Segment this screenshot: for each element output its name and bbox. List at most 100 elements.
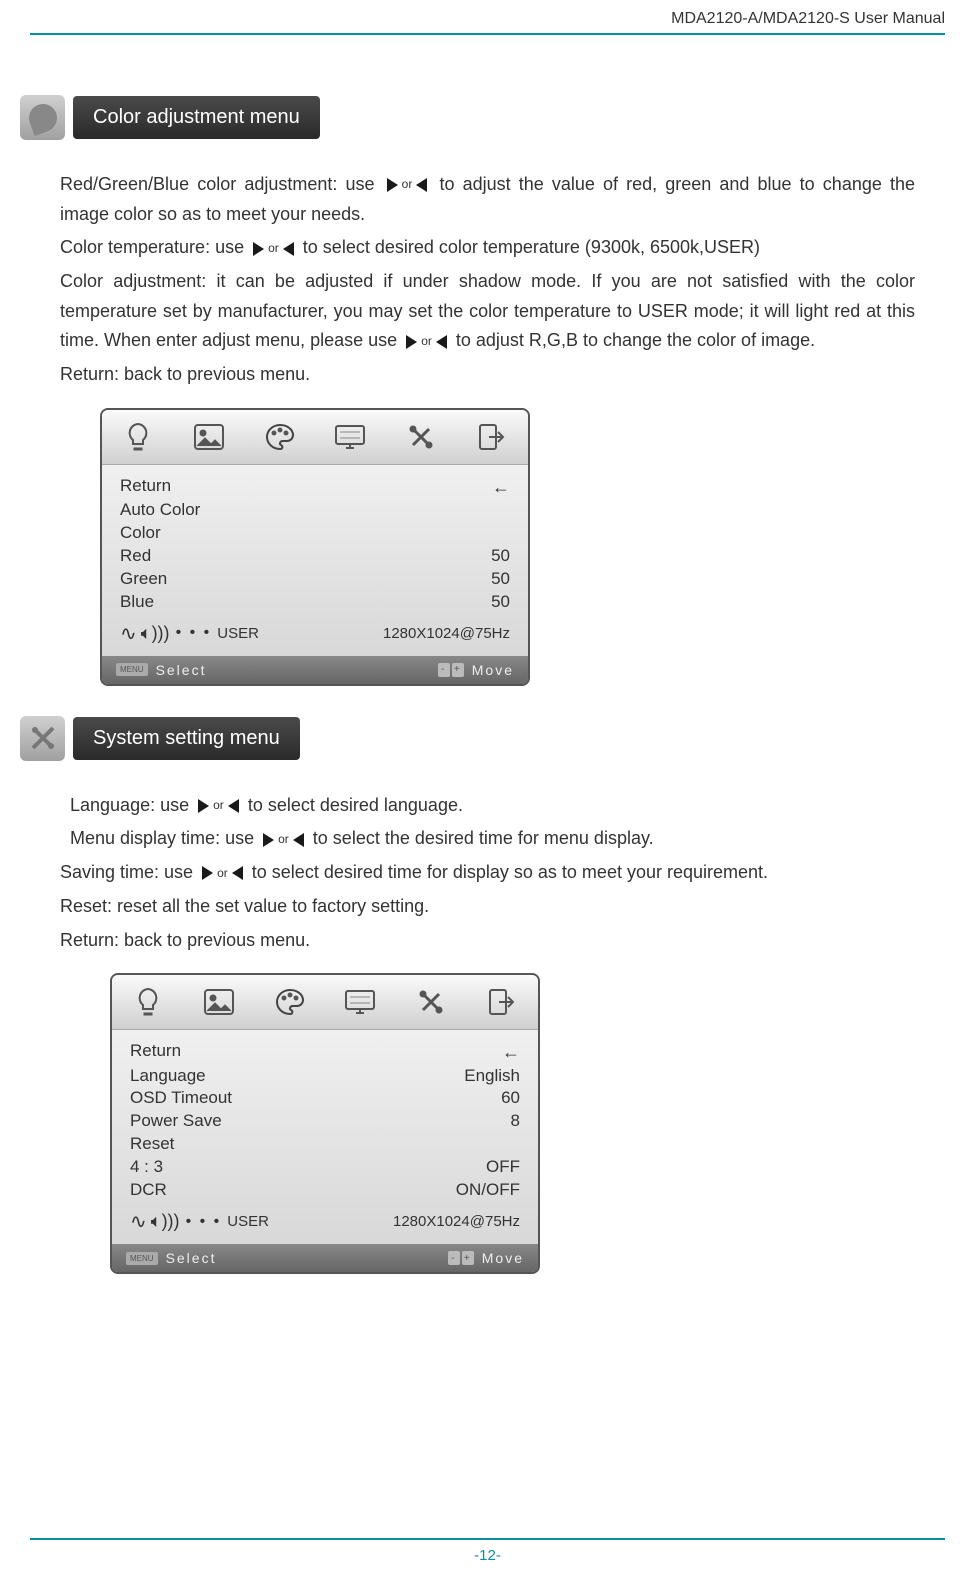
screen-icon [330,418,370,456]
osd-label: Return [120,475,171,499]
text: Menu display time: use [70,828,254,848]
or-text: or [278,830,289,850]
osd-row: OSD Timeout 60 [130,1087,520,1110]
or-text: or [268,239,279,259]
system-p3: Saving time: use or to select desired ti… [60,858,915,888]
minus-icon: - [448,1251,460,1265]
return-arrow-icon: ← [492,475,510,499]
right-arrow-icon [387,178,398,192]
osd-footer: MENU Select - + Move [102,656,528,684]
plus-icon: + [462,1251,474,1265]
bulb-icon [118,418,158,456]
osd-row: Language English [130,1065,520,1088]
right-arrow-icon [406,335,417,349]
page-number: -12- [0,1547,975,1564]
right-arrow-icon [253,242,264,256]
speaker-icon: 🔈︎))) [151,1211,180,1232]
or-text: or [402,175,413,195]
osd-label: Color [120,522,161,545]
plus-icon: + [452,663,464,677]
text: Saving time: use [60,862,193,882]
osd-tabs [102,410,528,465]
color-p2: Color temperature: use or to select desi… [60,233,915,263]
osd-value: 50 [491,591,510,614]
wave-icon: ∿ [130,1209,145,1234]
system-p2: Menu display time: use or to select the … [60,824,915,854]
palette-tab-icon [270,983,310,1021]
left-arrow-icon [228,799,239,813]
return-arrow-icon: ← [502,1040,520,1064]
osd-label: Blue [120,591,154,614]
exit-icon [472,418,512,456]
move-badge: - + [448,1251,474,1265]
tools-icon [20,716,65,761]
left-arrow-icon [283,242,294,256]
text: Red/Green/Blue color adjustment: use [60,174,375,194]
osd-label: OSD Timeout [130,1087,232,1110]
osd-footer: MENU Select - + Move [112,1244,538,1272]
text: to select the desired time for menu disp… [313,828,654,848]
system-p4: Reset: reset all the set value to factor… [60,892,915,922]
osd-value: 50 [491,545,510,568]
osd-label: Language [130,1065,206,1088]
osd-body: Return ← Auto Color Color Red 50 Green 5… [102,465,528,656]
osd-label: Power Save [130,1110,222,1133]
color-p4: Return: back to previous menu. [60,360,915,390]
nav-arrows-icon: or [198,796,239,816]
system-p1: Language: use or to select desired langu… [60,791,915,821]
or-text: or [217,864,228,884]
menu-badge: MENU [126,1252,158,1265]
user-label: USER [227,1213,269,1230]
move-badge: - + [438,663,464,677]
osd-color-figure: Return ← Auto Color Color Red 50 Green 5… [100,408,530,686]
color-p3: Color adjustment: it can be adjusted if … [60,267,915,356]
osd-row: Red 50 [120,545,510,568]
right-arrow-icon [198,799,209,813]
color-menu-title: Color adjustment menu [73,96,320,139]
osd-footer-right: - + Move [448,1250,524,1266]
palette-tab-icon [260,418,300,456]
system-p5: Return: back to previous menu. [60,926,915,956]
color-menu-header: Color adjustment menu [20,95,915,140]
menu-badge: MENU [116,663,148,676]
palette-icon [20,95,65,140]
osd-value: 50 [491,568,510,591]
osd-row: 4 : 3 OFF [130,1156,520,1179]
page-header: MDA2120-A/MDA2120-S User Manual [0,0,975,33]
osd-row: Green 50 [120,568,510,591]
osd-label: DCR [130,1179,167,1202]
osd-label: Red [120,545,151,568]
right-arrow-icon [263,833,274,847]
osd-system-figure: Return ← Language English OSD Timeout 60… [110,973,540,1274]
minus-icon: - [438,663,450,677]
resolution-text: 1280X1024@75Hz [393,1213,520,1230]
tools-tab-icon [411,983,451,1021]
osd-status-bar: ∿ 🔈︎))) • • • USER 1280X1024@75Hz [130,1202,520,1238]
image-icon [199,983,239,1021]
nav-arrows-icon: or [202,864,243,884]
osd-value: OFF [486,1156,520,1179]
osd-status-left: ∿ 🔈︎))) • • • USER [130,1209,269,1234]
osd-label: Green [120,568,167,591]
left-arrow-icon [232,866,243,880]
osd-status-left: ∿ 🔈︎))) • • • USER [120,621,259,646]
nav-arrows-icon: or [253,239,294,259]
wave-icon: ∿ [120,621,135,646]
left-arrow-icon [293,833,304,847]
nav-arrows-icon: or [263,830,304,850]
text: to select desired time for display so as… [252,862,768,882]
text: Color temperature: use [60,237,244,257]
osd-body: Return ← Language English OSD Timeout 60… [112,1030,538,1244]
or-text: or [213,796,224,816]
right-arrow-icon [202,866,213,880]
select-text: Select [156,662,207,678]
move-text: Move [472,662,514,678]
screen-icon [340,983,380,1021]
osd-label: Return [130,1040,181,1064]
nav-arrows-icon: or [387,175,428,195]
osd-row: Blue 50 [120,591,510,614]
osd-row: Power Save 8 [130,1110,520,1133]
or-text: or [421,332,432,352]
bulb-icon [128,983,168,1021]
left-arrow-icon [436,335,447,349]
